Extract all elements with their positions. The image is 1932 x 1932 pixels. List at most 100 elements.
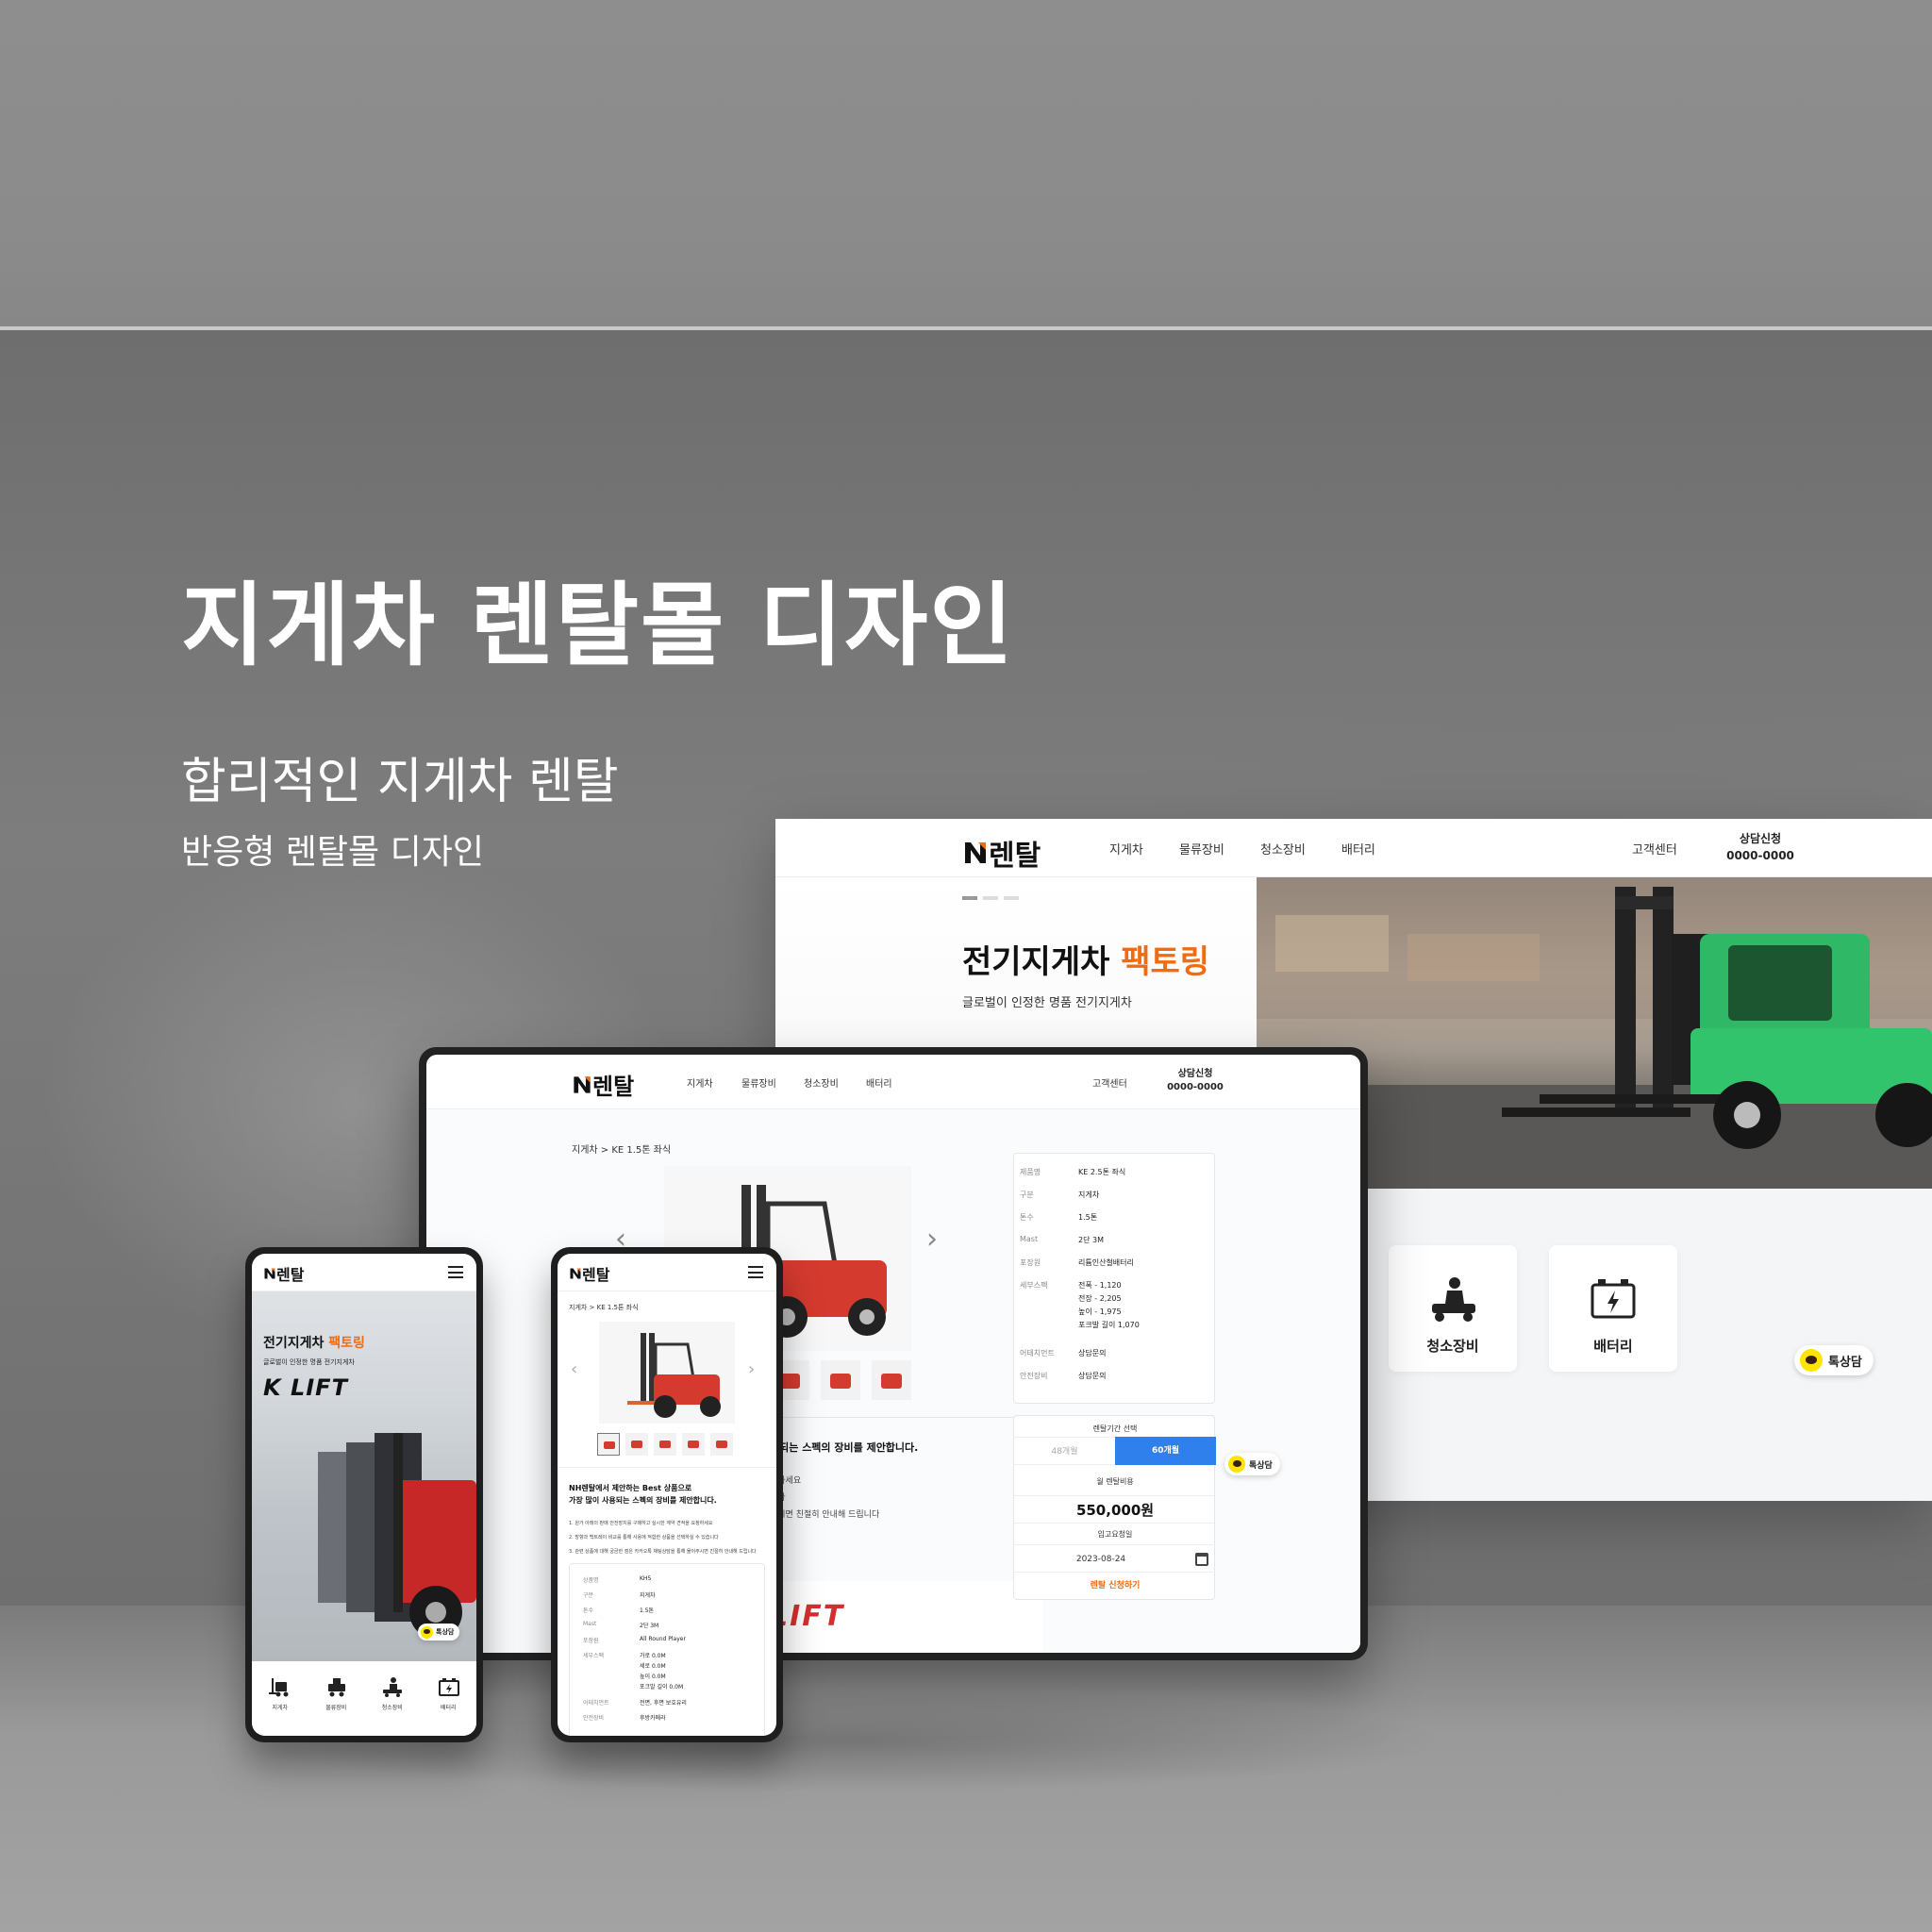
hero-title: 지게차 렌탈몰 디자인	[181, 573, 1015, 678]
thumbnail[interactable]	[654, 1433, 676, 1456]
nav-logistics[interactable]: 물류장비	[1179, 840, 1224, 858]
red-forklift-illustration	[627, 1333, 721, 1418]
description-heading: 용되는 스펙의 장비를 제안합니다.	[770, 1441, 919, 1454]
nav-forklift[interactable]: 지게차	[1109, 840, 1143, 858]
category-label: 청소장비	[1426, 1338, 1479, 1355]
slider-dots[interactable]	[962, 896, 1019, 900]
nav-forklift[interactable]: 지게차	[687, 1075, 713, 1090]
phone-mockup-detail: 렌탈 지게차 > KE 1.5톤 좌식 ‹ › NH렌탈에서 제안하는 Best…	[551, 1247, 783, 1742]
category-forklift[interactable]: 지게차	[252, 1661, 308, 1736]
desktop-header: 렌탈 지게차 물류장비 청소장비 배터리 고객센터 상담신청 0000-0000	[775, 819, 1932, 877]
nav-cleaning[interactable]: 청소장비	[804, 1075, 839, 1090]
consult-call[interactable]: 상담신청 0000-0000	[1723, 830, 1798, 864]
phone-screen: 렌탈 전기지게차 팩토링 글로벌이 인정한 명품 전기지게차 K LIFT 톡상…	[252, 1254, 476, 1736]
thumbnail[interactable]	[710, 1433, 733, 1456]
category-label: 배터리	[1593, 1338, 1633, 1355]
monthly-cost-label: 월 렌탈비용	[1096, 1477, 1134, 1486]
description-line: 주시면 친절히 안내해 드립니다	[770, 1510, 880, 1520]
logo-mark-icon	[570, 1268, 581, 1279]
prev-image-arrow[interactable]: ‹	[571, 1359, 577, 1379]
thumbnail[interactable]	[625, 1433, 648, 1456]
brand-strip: LIFT	[770, 1581, 1043, 1653]
hamburger-menu-icon[interactable]	[448, 1266, 463, 1278]
hero-headline: 전기지게차 팩토링	[962, 943, 1210, 981]
nav-customer-center[interactable]: 고객센터	[1092, 1075, 1127, 1090]
description-heading: NH렌탈에서 제안하는 Best 상품으로 가장 많이 사용되는 스펙의 장비를…	[569, 1484, 717, 1505]
phone-hero: 전기지게차 팩토링 글로벌이 인정한 명품 전기지게차 K LIFT 톡상담	[252, 1291, 476, 1661]
thumbnail-strip	[770, 1360, 911, 1400]
spec-table: 상품명 KH5 구분 지게차 톤수 1.5톤 Mast 2단 3M 포장원 All Rou…	[569, 1563, 765, 1736]
hero-headline: 전기지게차 팩토링	[263, 1336, 365, 1351]
breadcrumb[interactable]: 지게차 > KE 1.5톤 좌식	[569, 1303, 639, 1312]
apply-rental-button[interactable]: 렌탈 신청하기	[1014, 1578, 1216, 1591]
consult-label: 상담신청	[1739, 832, 1782, 845]
battery-icon	[438, 1678, 459, 1696]
next-image-arrow[interactable]: ›	[926, 1223, 938, 1256]
site-logo[interactable]: 렌탈	[569, 1262, 609, 1285]
category-cleaning[interactable]: 청소장비	[364, 1661, 421, 1736]
brand-logo: K LIFT	[263, 1374, 348, 1401]
consult-number: 0000-0000	[1167, 1082, 1224, 1092]
ship-date-field[interactable]: 2023-08-24	[1014, 1544, 1216, 1573]
phone-screen: 렌탈 지게차 > KE 1.5톤 좌식 ‹ › NH렌탈에서 제안하는 Best…	[558, 1254, 776, 1736]
site-logo[interactable]: 렌탈	[962, 832, 1041, 874]
period-60-tab[interactable]: 60개월	[1115, 1437, 1216, 1465]
forklift-icon	[269, 1678, 289, 1697]
kakao-chat-button[interactable]: 톡상담	[1224, 1453, 1280, 1475]
hamburger-menu-icon[interactable]	[748, 1266, 763, 1278]
thumbnail[interactable]	[597, 1433, 620, 1456]
category-card-battery[interactable]: 배터리	[1549, 1245, 1677, 1372]
tablet-header: 렌탈 지게차 물류장비 청소장비 배터리 고객센터 상담신청 0000-0000	[426, 1055, 1360, 1109]
consult-call[interactable]: 상담신청 0000-0000	[1162, 1068, 1228, 1094]
kakao-icon	[421, 1625, 433, 1639]
ship-date-value: 2023-08-24	[1075, 1555, 1126, 1564]
backdrop-top	[0, 0, 1932, 326]
phone-mockup-home: 렌탈 전기지게차 팩토링 글로벌이 인정한 명품 전기지게차 K LIFT 톡상…	[245, 1247, 483, 1742]
section-divider	[558, 1467, 776, 1468]
nav-logistics[interactable]: 물류장비	[741, 1075, 776, 1090]
kakao-icon	[1800, 1349, 1823, 1372]
kakao-chat-button[interactable]: 톡상담	[1794, 1345, 1874, 1375]
kakao-icon	[1228, 1456, 1245, 1473]
category-logistics[interactable]: 물류장비	[308, 1661, 365, 1736]
description-note: 3. 관련 상품에 대해 궁금한 점은 카카오톡 채팅상담을 통해 물어주시면 …	[569, 1549, 757, 1555]
category-battery[interactable]: 배터리	[421, 1661, 477, 1736]
hero-subline: 글로벌이 인정한 명품 전기지게차	[962, 996, 1132, 1010]
logo-mark-icon	[965, 842, 986, 863]
logo-mark-icon	[574, 1075, 591, 1093]
thumbnail-strip	[597, 1433, 733, 1456]
cleaning-machine-icon	[1432, 1277, 1475, 1322]
thumbnail[interactable]	[872, 1360, 911, 1400]
description-note: 1. 원가 아래의 판매 안전장치를 구매하고 실시한 계약 견적을 요청하세요	[569, 1521, 713, 1526]
rental-panel: 렌탈기간 선택 48개월 60개월 월 렌탈비용 550,000원 입고요청일 …	[1013, 1415, 1216, 1600]
product-main-image	[599, 1322, 735, 1424]
nav-cleaning[interactable]: 청소장비	[1260, 840, 1306, 858]
spec-table: 제품명 KE 2.5톤 좌식 구분 지게차 톤수 1.5톤 Mast 2단 3M 포장원…	[1013, 1153, 1215, 1404]
category-card-cleaning[interactable]: 청소장비	[1389, 1245, 1517, 1372]
logo-text: 렌탈	[582, 1266, 610, 1284]
nav-battery[interactable]: 배터리	[1341, 840, 1375, 858]
period-48-tab[interactable]: 48개월	[1014, 1437, 1115, 1465]
logo-text: 렌탈	[592, 1074, 635, 1100]
site-logo[interactable]: 렌탈	[263, 1262, 304, 1285]
rental-period-label: 렌탈기간 선택	[1092, 1424, 1138, 1433]
breadcrumb[interactable]: 지게차 > KE 1.5톤 좌식	[572, 1141, 671, 1156]
logistics-equipment-icon	[327, 1678, 345, 1697]
thumbnail[interactable]	[682, 1433, 705, 1456]
site-logo[interactable]: 렌탈	[572, 1068, 634, 1101]
logo-mark-icon	[264, 1268, 275, 1279]
kakao-chat-button[interactable]: 톡상담	[418, 1624, 460, 1641]
next-image-arrow[interactable]: ›	[748, 1359, 755, 1379]
consult-label: 상담신청	[1177, 1069, 1213, 1079]
monthly-price: 550,000원	[1014, 1495, 1216, 1524]
nav-battery[interactable]: 배터리	[866, 1075, 892, 1090]
phone-header: 렌탈	[252, 1254, 476, 1291]
ship-date-label: 입고요청일	[1097, 1530, 1133, 1539]
logo-text: 렌탈	[276, 1266, 305, 1284]
nav-customer-center[interactable]: 고객센터	[1632, 840, 1677, 858]
battery-icon	[1591, 1279, 1636, 1319]
logo-text: 렌탈	[989, 840, 1041, 873]
calendar-icon[interactable]	[1195, 1553, 1208, 1566]
thumbnail[interactable]	[821, 1360, 860, 1400]
hero-subline: 글로벌이 인정한 명품 전기지게차	[263, 1358, 355, 1366]
